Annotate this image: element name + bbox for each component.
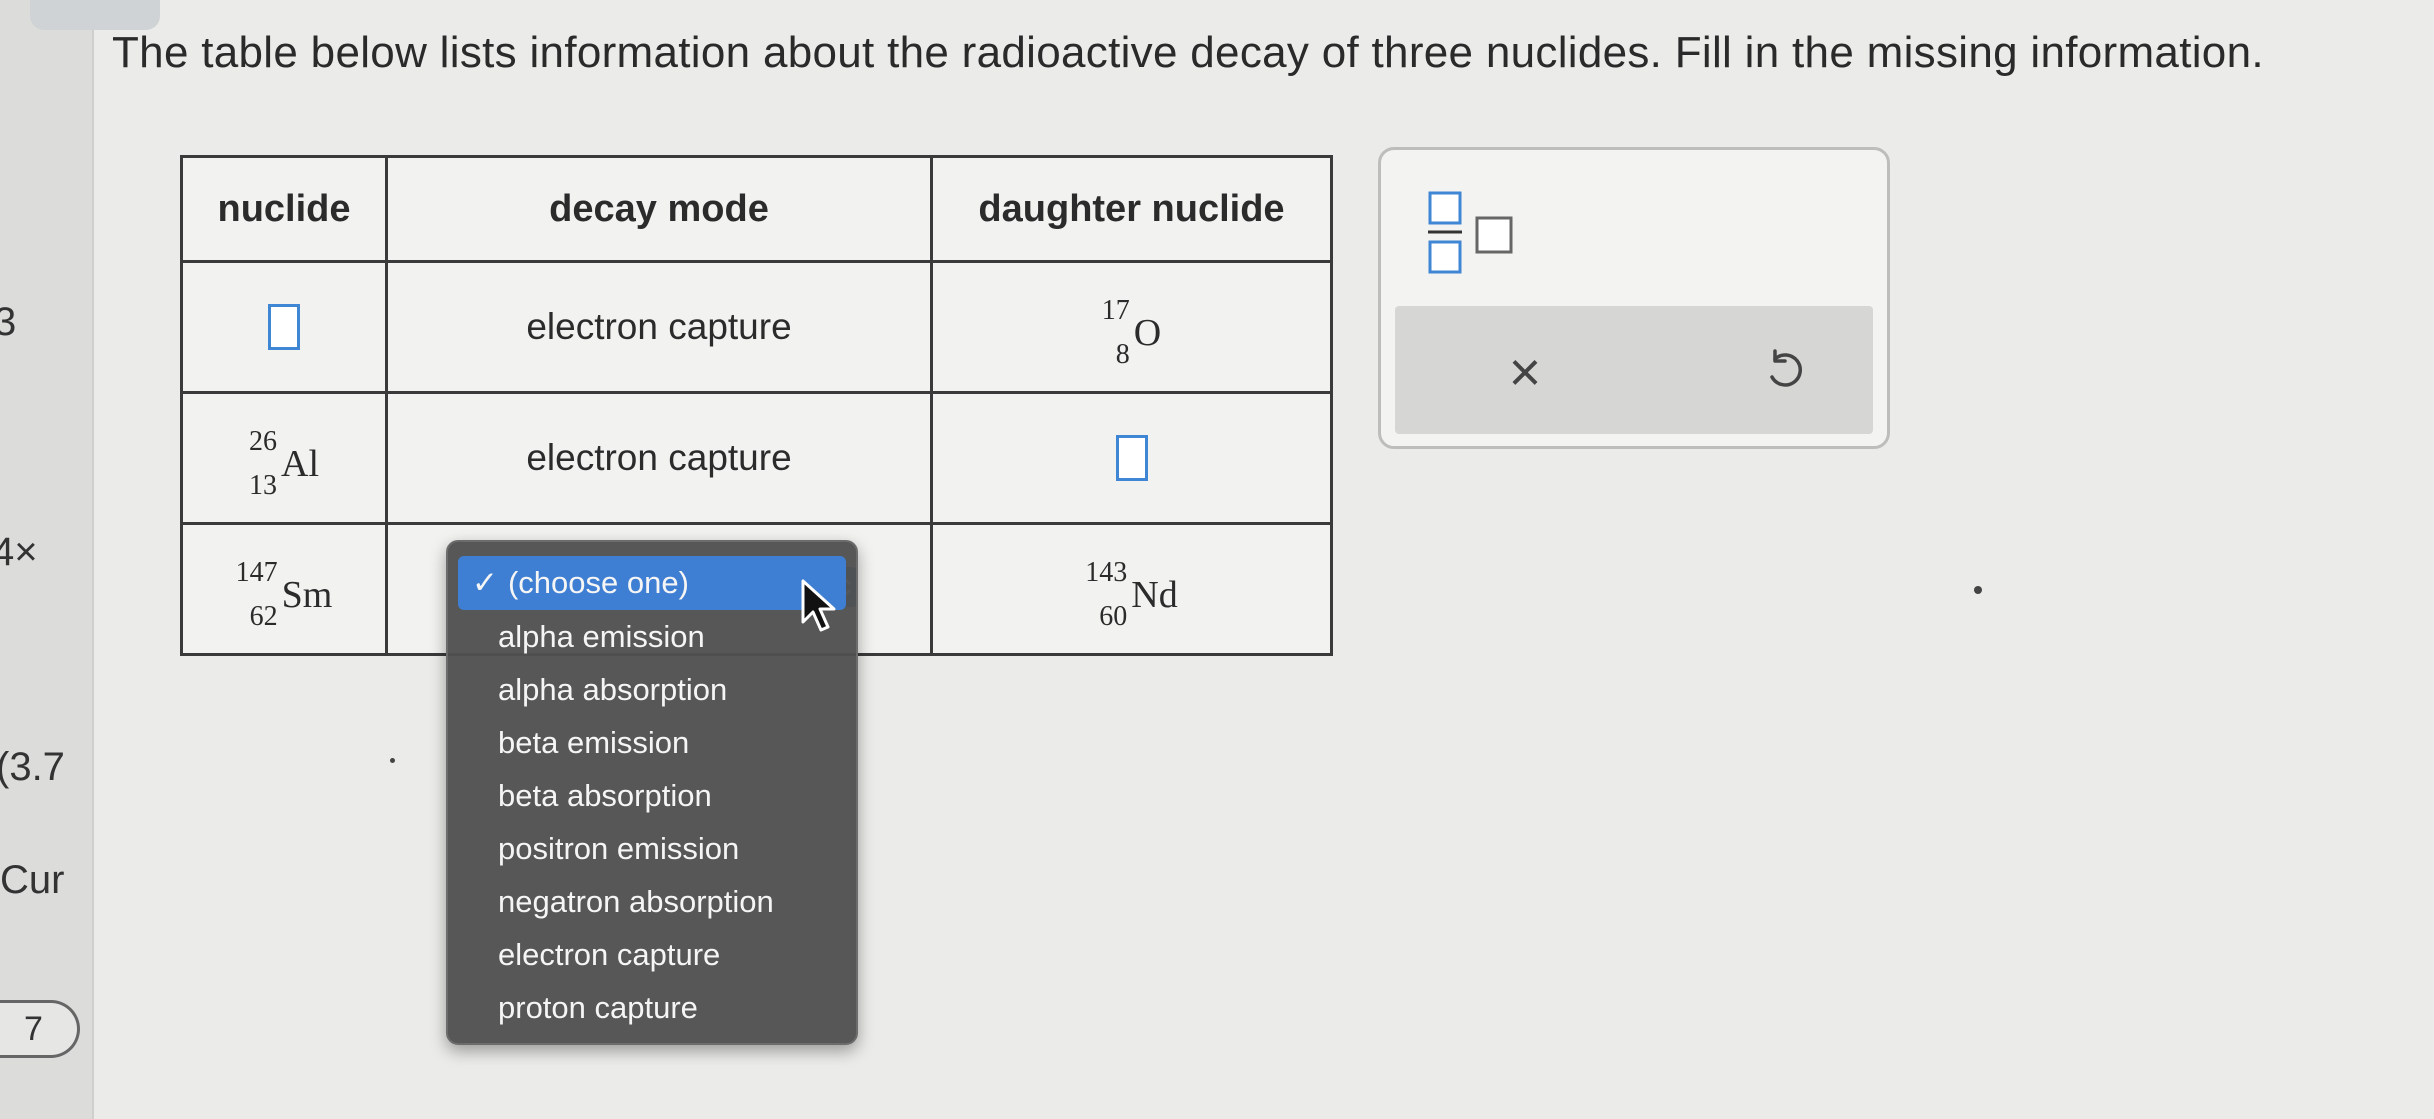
undo-icon bbox=[1770, 349, 1802, 387]
row3-nuclide: 147 62 Sm bbox=[235, 556, 333, 632]
table-row: electron capture 17 8 O bbox=[180, 260, 1333, 394]
background-speck bbox=[1974, 586, 1982, 594]
row1-nuclide-input[interactable] bbox=[268, 304, 300, 351]
header-nuclide: nuclide bbox=[180, 155, 388, 263]
table-header-row: nuclide decay mode daughter nuclide bbox=[180, 155, 1333, 263]
dropdown-option[interactable]: proton capture bbox=[448, 981, 856, 1034]
clear-button[interactable]: × bbox=[1490, 336, 1560, 406]
row1-daughter-nuclide: 17 8 O bbox=[1101, 294, 1162, 370]
sidebar-top-tab[interactable] bbox=[30, 0, 160, 30]
table-row: 26 13 Al electron capture bbox=[180, 391, 1333, 525]
header-daughter-nuclide: daughter nuclide bbox=[930, 155, 1333, 263]
row3-daughter-cell: 143 60 Nd bbox=[930, 522, 1333, 656]
row3-nuclide-mass: 147 bbox=[235, 556, 278, 588]
row3-nuclide-cell: 147 62 Sm bbox=[180, 522, 388, 656]
left-sidebar: 3 4× (3.7 Cur 7 bbox=[0, 0, 160, 1119]
row2-daughter-cell bbox=[930, 391, 1333, 525]
sidebar-text-4: Cur bbox=[0, 858, 65, 902]
sidebar-pill-label: 7 bbox=[24, 1009, 43, 1048]
fraction-template-icon[interactable] bbox=[1427, 190, 1527, 280]
row3-daughter-symbol: Nd bbox=[1131, 573, 1178, 616]
row2-daughter-input[interactable] bbox=[1115, 435, 1148, 482]
sidebar-text-3: (3.7 bbox=[0, 745, 65, 789]
row3-daughter-atomic: 60 bbox=[1099, 600, 1128, 632]
row3-nuclide-atomic: 62 bbox=[249, 600, 278, 632]
dropdown-option[interactable]: positron emission bbox=[448, 822, 856, 875]
row1-daughter-mass: 17 bbox=[1101, 294, 1130, 326]
decay-mode-dropdown[interactable]: ✓ (choose one) alpha emission alpha abso… bbox=[446, 540, 858, 1045]
row3-daughter-nuclide: 143 60 Nd bbox=[1085, 556, 1178, 632]
row3-daughter-mass: 143 bbox=[1085, 556, 1128, 588]
row2-nuclide-cell: 26 13 Al bbox=[180, 391, 388, 525]
tool-action-bar: × bbox=[1395, 306, 1873, 434]
dropdown-option[interactable]: negatron absorption bbox=[448, 875, 856, 928]
dropdown-option[interactable]: beta emission bbox=[448, 716, 856, 769]
row1-daughter-cell: 17 8 O bbox=[930, 260, 1333, 394]
close-icon: × bbox=[1508, 339, 1542, 403]
undo-button[interactable] bbox=[1750, 336, 1820, 406]
checkmark-icon: ✓ bbox=[472, 565, 498, 600]
row1-nuclide-cell bbox=[180, 260, 388, 394]
dropdown-option-label: (choose one) bbox=[507, 565, 689, 600]
dropdown-option[interactable]: beta absorption bbox=[448, 769, 856, 822]
row2-decay-mode: electron capture bbox=[385, 391, 933, 525]
sidebar-pill[interactable]: 7 bbox=[0, 1000, 80, 1058]
background-speck bbox=[390, 758, 395, 763]
row1-daughter-symbol: O bbox=[1133, 311, 1162, 354]
dropdown-option-choose-one[interactable]: ✓ (choose one) bbox=[458, 556, 846, 610]
row3-nuclide-symbol: Sm bbox=[281, 573, 333, 616]
answer-tool-panel: × bbox=[1378, 147, 1890, 449]
header-decay-mode: decay mode bbox=[385, 155, 933, 263]
row2-nuclide-atomic: 13 bbox=[249, 469, 277, 501]
row2-nuclide-mass: 26 bbox=[249, 425, 277, 457]
dropdown-option[interactable]: electron capture bbox=[448, 928, 856, 981]
sidebar-text-2: 4× bbox=[0, 530, 38, 574]
mouse-cursor-icon bbox=[801, 579, 836, 632]
row1-daughter-atomic: 8 bbox=[1115, 338, 1130, 370]
row2-nuclide: 26 13 Al bbox=[249, 425, 319, 501]
sidebar-text-1: 3 bbox=[0, 300, 17, 344]
question-text: The table below lists information about … bbox=[112, 28, 2264, 77]
dropdown-option[interactable]: alpha emission bbox=[448, 610, 856, 663]
dropdown-option[interactable]: alpha absorption bbox=[448, 663, 856, 716]
row2-nuclide-symbol: Al bbox=[281, 442, 319, 485]
row1-decay-mode: electron capture bbox=[385, 260, 933, 394]
